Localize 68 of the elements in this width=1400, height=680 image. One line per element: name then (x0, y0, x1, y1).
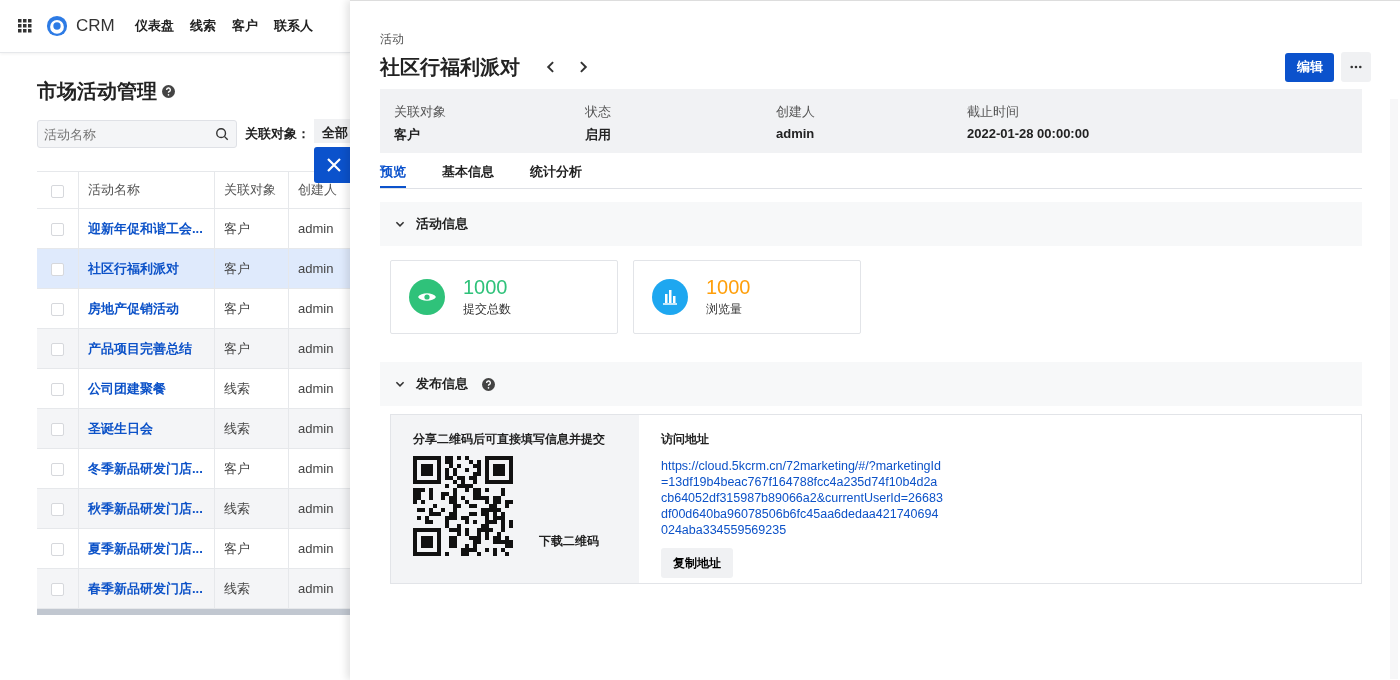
share-hint: 分享二维码后可直接填写信息并提交 (413, 431, 606, 448)
column-header: 关联对象 (214, 171, 289, 209)
edit-button[interactable]: 编辑 (1285, 52, 1334, 82)
table-cell: admin (288, 528, 350, 569)
table-cell[interactable]: 秋季新品研发门店... (78, 488, 215, 529)
table-cell[interactable]: 房地产促销活动 (78, 288, 215, 329)
table-cell: admin (288, 208, 350, 249)
table-cell: 客户 (214, 288, 289, 329)
table-cell[interactable]: 公司团建聚餐 (78, 368, 215, 409)
summary-label: 创建人 (776, 103, 816, 121)
table-cell: 线索 (214, 488, 289, 529)
nav-link[interactable]: 线索 (189, 17, 216, 35)
summary-label: 状态 (585, 103, 612, 121)
table-cell: 客户 (214, 528, 289, 569)
summary-value: 启用 (585, 126, 612, 144)
stat-label: 提交总数 (463, 301, 511, 318)
table-cell[interactable]: 冬季新品研发门店... (78, 448, 215, 489)
address-label: 访问地址 (661, 431, 710, 448)
table-cell[interactable]: 春季新品研发门店... (78, 568, 215, 609)
section-title: 活动信息 (416, 215, 468, 233)
section-title: 发布信息 (416, 375, 468, 393)
table-cell: admin (288, 408, 350, 449)
table-cell[interactable]: 圣诞生日会 (78, 408, 215, 449)
table-cell: 线索 (214, 368, 289, 409)
table-cell[interactable]: 迎新年促和谐工会... (78, 208, 215, 249)
section-header[interactable]: 活动信息 (380, 202, 1362, 246)
table-cell: 线索 (214, 568, 289, 609)
table-cell[interactable]: 夏季新品研发门店... (78, 528, 215, 569)
table-cell: admin (288, 368, 350, 409)
table-cell: 线索 (214, 408, 289, 449)
summary-value: admin (776, 126, 816, 141)
filter-select[interactable]: 全部 (314, 119, 350, 143)
nav-link[interactable]: 联系人 (273, 17, 313, 35)
table-cell: admin (288, 568, 350, 609)
download-link[interactable]: 下载二维码 (539, 533, 599, 550)
table-cell: admin (288, 288, 350, 329)
tab[interactable]: 统计分析 (530, 153, 582, 188)
summary-label: 关联对象 (394, 103, 447, 121)
table-cell: admin (288, 248, 350, 289)
summary-value: 2022-01-28 00:00:00 (967, 126, 1090, 141)
table-cell: admin (288, 328, 350, 369)
section-header[interactable]: 发布信息 (380, 362, 1362, 406)
stat-value: 1000 (463, 276, 509, 299)
tab[interactable]: 预览 (380, 153, 406, 188)
stat-value: 1000 (706, 276, 751, 299)
table-cell: 客户 (214, 328, 289, 369)
table-cell[interactable]: 产品项目完善总结 (78, 328, 215, 369)
page-title: 市场活动管理 (37, 78, 157, 104)
filter-label: 关联对象： (245, 125, 310, 143)
nav-link[interactable]: 客户 (231, 17, 258, 35)
table-cell: admin (288, 448, 350, 489)
record-type: 活动 (380, 31, 405, 48)
table-cell: 客户 (214, 248, 289, 289)
record-title: 社区行福利派对 (380, 54, 520, 80)
table-cell[interactable]: 社区行福利派对 (78, 248, 215, 289)
table-cell: admin (288, 488, 350, 529)
brand-name: CRM (76, 16, 115, 36)
tab[interactable]: 基本信息 (442, 153, 494, 188)
search-field[interactable]: 活动名称 (37, 120, 237, 148)
column-header: 活动名称 (78, 171, 215, 209)
copy-button[interactable]: 复制地址 (661, 548, 733, 578)
table-cell: 客户 (214, 208, 289, 249)
stat-label: 浏览量 (706, 301, 743, 318)
nav-link[interactable]: 仪表盘 (134, 17, 174, 35)
table-cell: 客户 (214, 448, 289, 489)
summary-label: 截止时间 (967, 103, 1020, 121)
summary-value: 客户 (394, 126, 421, 144)
url-link[interactable]: https://cloud.5kcrm.cn/72marketing/#/?marketingId=13df19b4beac767f164788fcc4a235d74f10b4d2acb64052df315987b89066a2&currentUserId=26683df00d640ba96078506b6fc45aa6dedaa421740694024aba334559569235 (661, 458, 943, 538)
